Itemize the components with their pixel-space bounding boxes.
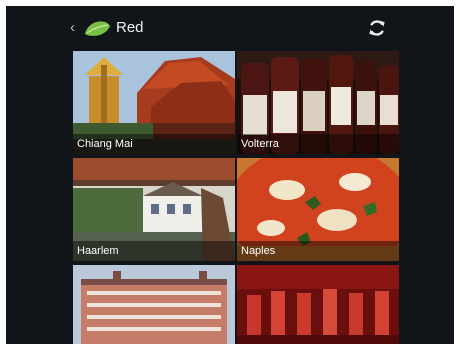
photo-tile-5[interactable] <box>73 265 235 344</box>
photo-caption: Chiang Mai <box>73 134 235 154</box>
photo-tile-naples[interactable]: Naples <box>237 158 399 261</box>
screen: ‹ Red Chiang Mai Volterra Haarlem Naples <box>6 6 454 344</box>
screen-title: Red <box>116 19 144 36</box>
action-bar: ‹ Red <box>6 6 454 50</box>
refresh-icon[interactable] <box>363 14 391 42</box>
photo-grid: Chiang Mai Volterra Haarlem Naples <box>73 51 399 344</box>
photo-caption: Naples <box>237 241 399 261</box>
photo-caption: Haarlem <box>73 241 235 261</box>
photo-tile-6[interactable] <box>237 265 399 344</box>
photo-tile-haarlem[interactable]: Haarlem <box>73 158 235 261</box>
leaf-icon[interactable] <box>82 16 112 40</box>
photo-caption: Volterra <box>237 134 399 154</box>
lanterns-photo <box>237 265 399 344</box>
chevron-left-icon[interactable]: ‹ <box>70 19 80 37</box>
photo-tile-chiang-mai[interactable]: Chiang Mai <box>73 51 235 154</box>
photo-tile-volterra[interactable]: Volterra <box>237 51 399 154</box>
palace-photo <box>73 265 235 344</box>
